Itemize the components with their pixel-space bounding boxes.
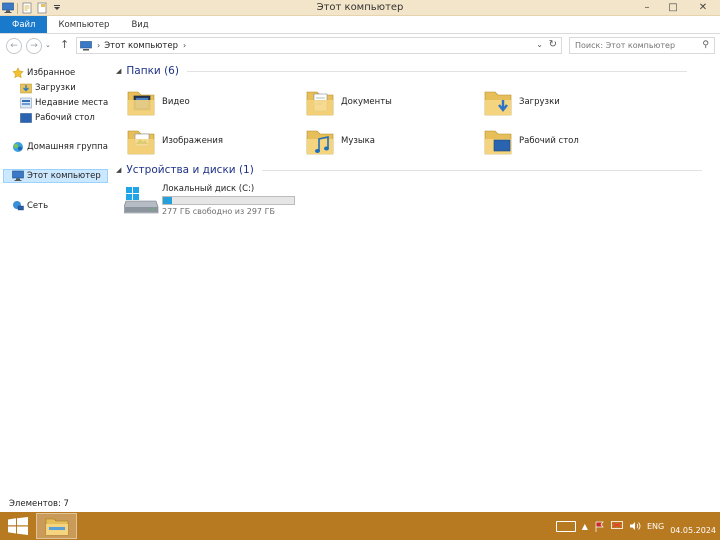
nav-item-downloads[interactable]: Загрузки bbox=[20, 81, 76, 95]
recent-places-icon bbox=[20, 97, 32, 109]
address-bar[interactable]: › Этот компьютер › ⌄ ↻ bbox=[76, 37, 562, 54]
nav-favorites[interactable]: Избранное bbox=[12, 66, 75, 80]
tab-file[interactable]: Файл bbox=[0, 16, 48, 33]
collapse-chevron-icon[interactable]: ◢ bbox=[116, 166, 121, 174]
computer-icon bbox=[80, 40, 92, 50]
forward-arrow-icon: → bbox=[30, 41, 38, 51]
search-icon[interactable]: ⚲ bbox=[702, 40, 709, 50]
navigation-pane: Избранное Загрузки Недавние места Рабочи… bbox=[0, 58, 110, 495]
nav-item-label: Недавние места bbox=[35, 98, 109, 108]
star-icon bbox=[12, 67, 24, 79]
nav-homegroup-label: Домашняя группа bbox=[27, 142, 108, 152]
drive-name: Локальный диск (C:) bbox=[162, 184, 255, 194]
taskbar: ▲ ENG 04.05.2024 bbox=[0, 512, 720, 540]
nav-network-label: Сеть bbox=[27, 201, 49, 211]
nav-this-pc-label: Этот компьютер bbox=[27, 171, 101, 181]
start-button[interactable] bbox=[8, 517, 28, 535]
nav-this-pc[interactable]: Этот компьютер bbox=[3, 169, 108, 183]
back-button[interactable]: ← bbox=[6, 38, 22, 54]
downloads-icon bbox=[20, 83, 32, 94]
touch-keyboard-icon[interactable] bbox=[555, 520, 576, 532]
forward-button[interactable]: → bbox=[26, 38, 42, 54]
language-indicator[interactable]: ENG bbox=[647, 522, 664, 531]
content-pane: ◢ Папки (6) Видео Документы Загрузки Изо… bbox=[112, 58, 720, 495]
group-divider bbox=[186, 70, 687, 72]
downloads-folder-icon bbox=[484, 91, 512, 116]
address-dropdown-icon[interactable]: ⌄ bbox=[536, 40, 543, 49]
folder-item-video[interactable]: Видео bbox=[126, 83, 190, 121]
group-divider bbox=[261, 169, 702, 171]
close-button[interactable]: ✕ bbox=[686, 0, 720, 15]
taskbar-file-explorer-button[interactable] bbox=[36, 513, 77, 539]
pictures-folder-icon bbox=[127, 130, 155, 155]
nav-homegroup[interactable]: Домашняя группа bbox=[12, 140, 108, 154]
folder-item-pictures[interactable]: Изображения bbox=[126, 122, 223, 160]
items-count: Элементов: 7 bbox=[9, 499, 69, 509]
drive-item-c[interactable]: Локальный диск (C:) 277 ГБ свободно из 2… bbox=[124, 183, 324, 217]
window-title: Этот компьютер bbox=[316, 2, 404, 13]
tab-view[interactable]: Вид bbox=[120, 16, 159, 33]
desktop-folder-icon bbox=[484, 130, 512, 155]
up-button[interactable]: ↑ bbox=[60, 38, 69, 51]
drive-usage-fill bbox=[163, 197, 172, 204]
tab-computer[interactable]: Компьютер bbox=[47, 16, 120, 33]
address-row: ← → ⌄ ↑ › Этот компьютер › ⌄ ↻ ⚲ bbox=[0, 35, 720, 57]
minimize-button[interactable]: – bbox=[634, 0, 660, 15]
folder-label: Рабочий стол bbox=[519, 136, 579, 146]
date: 04.05.2024 bbox=[670, 526, 716, 535]
nav-item-recent-places[interactable]: Недавние места bbox=[20, 96, 108, 110]
system-tray: ▲ ENG 04.05.2024 bbox=[555, 512, 716, 540]
video-folder-icon bbox=[127, 91, 155, 116]
search-input[interactable] bbox=[570, 41, 694, 50]
volume-icon[interactable] bbox=[629, 521, 641, 531]
breadcrumb-separator-icon[interactable]: › bbox=[97, 41, 100, 50]
breadcrumb-this-pc[interactable]: Этот компьютер bbox=[104, 41, 178, 51]
collapse-chevron-icon[interactable]: ◢ bbox=[116, 67, 121, 75]
folder-label: Видео bbox=[162, 97, 190, 107]
file-explorer-icon bbox=[45, 518, 68, 536]
nav-item-label: Рабочий стол bbox=[35, 113, 95, 123]
folder-item-desktop[interactable]: Рабочий стол bbox=[483, 122, 579, 160]
folder-item-downloads[interactable]: Загрузки bbox=[483, 83, 560, 121]
nav-favorites-label: Избранное bbox=[27, 68, 76, 78]
documents-folder-icon bbox=[306, 91, 334, 116]
homegroup-icon bbox=[13, 142, 23, 152]
nav-item-label: Загрузки bbox=[35, 83, 76, 93]
local-disk-icon bbox=[124, 187, 159, 214]
folder-item-music[interactable]: Музыка bbox=[305, 122, 375, 160]
nav-network[interactable]: Сеть bbox=[12, 199, 48, 213]
folder-label: Музыка bbox=[341, 136, 375, 146]
folders-group-title: Папки (6) bbox=[126, 65, 179, 77]
breadcrumb-separator-icon[interactable]: › bbox=[183, 41, 186, 50]
network-icon bbox=[13, 201, 24, 211]
refresh-icon[interactable]: ↻ bbox=[549, 39, 557, 50]
computer-icon bbox=[12, 170, 24, 181]
network-icon[interactable] bbox=[611, 521, 623, 531]
folder-label: Изображения bbox=[162, 136, 224, 146]
nav-item-desktop[interactable]: Рабочий стол bbox=[20, 111, 95, 125]
recent-locations-chevron-icon[interactable]: ⌄ bbox=[45, 41, 51, 49]
drive-usage-bar bbox=[162, 196, 295, 205]
devices-group-header[interactable]: ◢ Устройства и диски (1) bbox=[116, 164, 702, 176]
maximize-button[interactable]: □ bbox=[660, 0, 686, 15]
clock[interactable]: 04.05.2024 bbox=[670, 516, 716, 536]
show-hidden-icons-chevron-icon[interactable]: ▲ bbox=[582, 522, 588, 531]
status-bar: Элементов: 7 bbox=[0, 497, 720, 511]
folder-label: Документы bbox=[341, 97, 392, 107]
music-folder-icon bbox=[306, 130, 334, 155]
drive-free-space: 277 ГБ свободно из 297 ГБ bbox=[162, 207, 275, 216]
folder-label: Загрузки bbox=[519, 97, 560, 107]
search-box[interactable]: ⚲ bbox=[569, 37, 715, 54]
title-bar: Этот компьютер – □ ✕ bbox=[0, 0, 720, 16]
devices-group-title: Устройства и диски (1) bbox=[126, 164, 254, 176]
back-arrow-icon: ← bbox=[10, 41, 18, 51]
ribbon-tabs: Файл Компьютер Вид bbox=[0, 16, 720, 34]
desktop-icon bbox=[20, 113, 32, 123]
folder-item-documents[interactable]: Документы bbox=[305, 83, 392, 121]
action-center-flag-icon[interactable] bbox=[594, 521, 605, 532]
folders-group-header[interactable]: ◢ Папки (6) bbox=[116, 65, 687, 77]
